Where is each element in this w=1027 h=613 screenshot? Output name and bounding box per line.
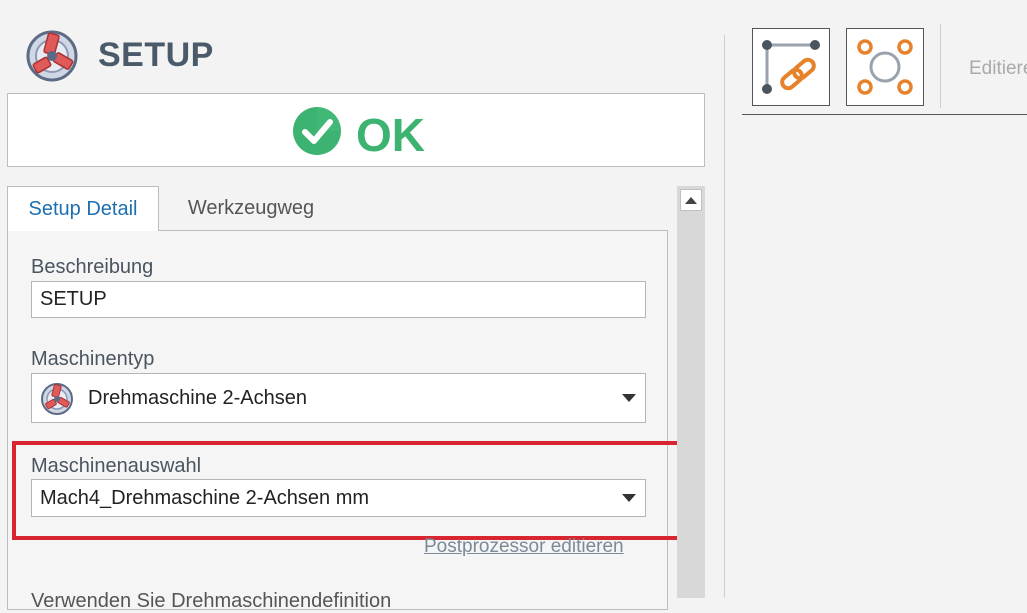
maschinentyp-label: Maschinentyp [31,348,155,370]
beschreibung-input[interactable]: SETUP [31,281,646,318]
vertical-scrollbar[interactable] [677,186,705,598]
lathe-icon [41,383,73,415]
link-geometry-button[interactable] [752,28,830,106]
page-title: SETUP [98,36,214,74]
beschreibung-label: Beschreibung [31,256,154,278]
maschinentyp-value: Drehmaschine 2-Achsen [88,387,307,409]
circle-points-button[interactable] [846,28,924,106]
tab-setup-detail[interactable]: Setup Detail [7,186,159,231]
highlight-annotation-box [12,441,691,540]
beschreibung-value: SETUP [40,288,107,310]
scroll-up-button[interactable] [680,189,702,211]
link-icon [762,40,820,94]
maschinentyp-dropdown[interactable]: Drehmaschine 2-Achsen [31,373,646,423]
lathe-setup-icon [26,30,78,82]
edit-label: Editieren [969,58,1027,79]
circle-points-icon [857,39,913,95]
tab-werkzeugweg[interactable]: Werkzeugweg [166,186,336,230]
chevron-up-icon [685,196,697,204]
toolbar-separator [940,24,941,108]
panel-divider[interactable] [724,35,725,598]
check-circle-icon [293,107,341,155]
toolbar-divider-line [742,114,1027,115]
chevron-down-icon [622,394,636,402]
postprozessor-edit-link[interactable]: Postprozessor editieren [424,536,624,558]
status-ok-text: OK [356,109,425,161]
drehmaschinendefinition-text: Verwenden Sie Drehmaschinendefinition [31,590,392,612]
